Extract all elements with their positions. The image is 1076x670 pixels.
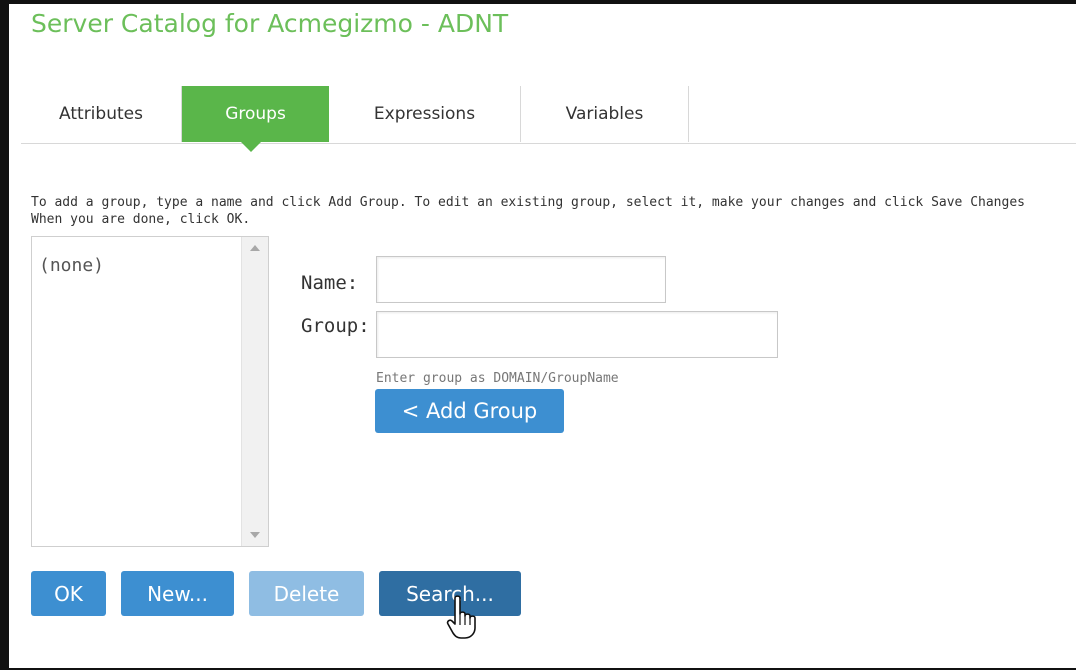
tab-variables[interactable]: Variables: [521, 86, 689, 142]
delete-button: Delete: [249, 571, 364, 616]
name-input[interactable]: [376, 256, 666, 303]
tab-attributes[interactable]: Attributes: [21, 86, 182, 142]
tab-bar: Attributes Groups Expressions Variables: [21, 86, 1076, 144]
tab-expressions[interactable]: Expressions: [329, 86, 521, 142]
name-label: Name:: [301, 272, 359, 294]
hand-pointer-icon: [446, 595, 476, 639]
add-group-button[interactable]: < Add Group: [375, 389, 564, 433]
ok-button[interactable]: OK: [31, 571, 106, 616]
new-button[interactable]: New...: [121, 571, 234, 616]
group-hint-text: Enter group as DOMAIN/GroupName: [376, 371, 619, 386]
group-input[interactable]: [376, 311, 778, 358]
list-item[interactable]: (none): [39, 255, 104, 276]
active-tab-indicator: [241, 142, 261, 152]
instructions-line-1: To add a group, type a name and click Ad…: [31, 195, 1025, 210]
listbox-scrollbar[interactable]: [241, 237, 268, 546]
instructions-line-2: When you are done, click OK.: [31, 212, 251, 227]
tab-groups[interactable]: Groups: [182, 86, 329, 142]
chevron-down-icon[interactable]: [250, 532, 260, 538]
chevron-up-icon[interactable]: [250, 245, 260, 251]
group-listbox[interactable]: (none): [31, 236, 269, 547]
instructions-text: To add a group, type a name and click Ad…: [31, 194, 1076, 228]
group-label: Group:: [301, 315, 370, 337]
page-title: Server Catalog for Acmegizmo - ADNT: [31, 9, 509, 38]
dialog-frame: Server Catalog for Acmegizmo - ADNT Attr…: [0, 0, 1076, 670]
